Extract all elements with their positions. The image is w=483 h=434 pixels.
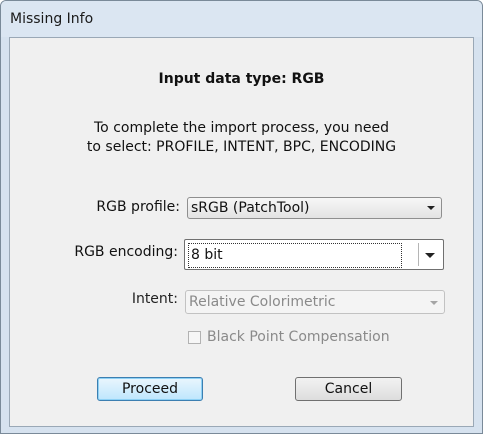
instruction-line-2: to select: PROFILE, INTENT, BPC, ENCODIN…	[86, 139, 397, 155]
rgb-profile-dropdown[interactable]: sRGB (PatchTool)	[187, 197, 442, 219]
chevron-down-icon	[427, 206, 435, 210]
missing-info-dialog: Missing Info Input data type: RGB To com…	[0, 0, 483, 434]
rgb-encoding-value: 8 bit	[188, 243, 402, 268]
chevron-down-icon	[425, 253, 435, 258]
window-title: Missing Info	[10, 11, 94, 27]
instruction-line-1: To complete the import process, you need	[94, 120, 389, 136]
rgb-encoding-label: RGB encoding:	[74, 244, 178, 260]
cancel-button[interactable]: Cancel	[295, 377, 402, 401]
title-bar[interactable]: Missing Info	[1, 1, 482, 37]
input-type-heading: Input data type: RGB	[158, 71, 325, 87]
chevron-down-icon	[430, 301, 438, 305]
dropdown-separator	[418, 243, 419, 266]
intent-label: Intent:	[131, 291, 178, 307]
rgb-profile-value: sRGB (PatchTool)	[191, 200, 310, 216]
dialog-content: Input data type: RGB To complete the imp…	[9, 37, 474, 427]
intent-value: Relative Colorimetric	[189, 294, 336, 310]
bpc-label: Black Point Compensation	[207, 329, 390, 345]
bpc-checkbox[interactable]	[188, 331, 201, 344]
rgb-encoding-dropdown[interactable]: 8 bit	[184, 239, 444, 270]
rgb-profile-label: RGB profile:	[96, 199, 180, 215]
proceed-button[interactable]: Proceed	[97, 377, 203, 401]
intent-dropdown[interactable]: Relative Colorimetric	[185, 290, 445, 314]
